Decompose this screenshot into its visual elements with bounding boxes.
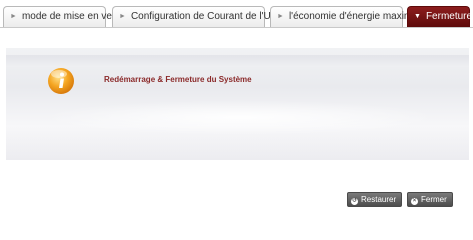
tab-max-energy-saving[interactable]: ► l'économie d'énergie maximale [270,6,426,27]
tab-label: Configuration de Courant de l'UPS [130,11,285,22]
chevron-right-icon: ► [119,13,126,20]
tab-ups-power-config[interactable]: ► Configuration de Courant de l'UPS [112,6,284,27]
chevron-right-icon: ► [10,13,17,20]
close-button[interactable]: × Fermer [407,192,453,207]
chevron-down-icon: ▼ [414,13,421,20]
chevron-right-icon: ► [277,13,284,20]
restore-button[interactable]: ↺ Restaurer [347,192,403,207]
restore-icon: ↺ [351,198,358,205]
restore-button-label: Restaurer [361,195,397,204]
panel-highlight [40,100,440,135]
tab-label: Fermeture [425,11,473,22]
tab-label: l'économie d'énergie maximale [288,11,426,22]
panel-title: Redémarrage & Fermeture du Système [104,75,252,84]
tab-label: mode de mise en veille [21,11,125,22]
tab-sleep-mode[interactable]: ► mode de mise en veille [3,6,124,27]
info-icon [48,68,74,94]
close-icon: × [411,198,418,205]
tab-divider [0,27,473,28]
tab-shutdown[interactable]: ▼ Fermeture [407,6,473,27]
tab-bar: ► mode de mise en veille ► Configuration d… [0,0,473,30]
close-button-label: Fermer [421,195,447,204]
